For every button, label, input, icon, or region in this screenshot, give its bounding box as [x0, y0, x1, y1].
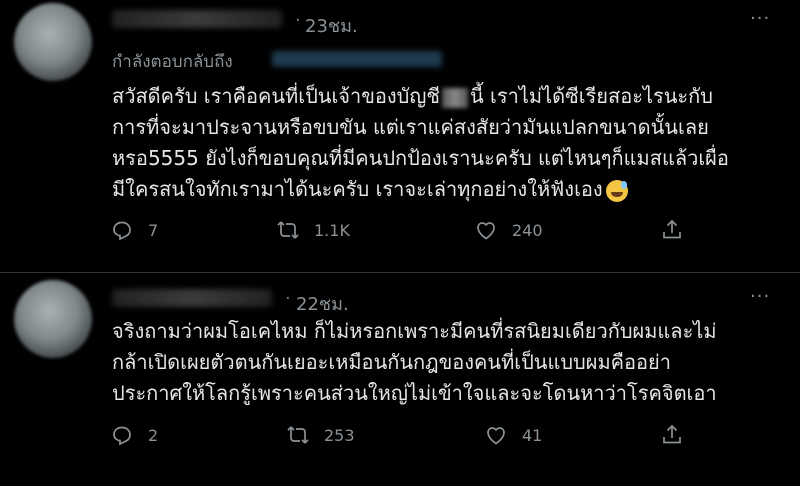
reply-count: 7 — [148, 220, 159, 240]
like-icon — [487, 427, 505, 445]
tweet-line: สวัสดีครับ เราคือคนที่เป็นเจ้าของบัญชี นี… — [112, 84, 713, 108]
tweet[interactable]: · 22ชม. ··· จริงถามว่าผมโอเคไหม ก็ไม่หรอ… — [0, 272, 800, 486]
retweet-count: 1.1K — [314, 220, 350, 240]
retweet-icon — [277, 221, 299, 239]
display-name-redacted[interactable] — [112, 10, 282, 28]
reply-button[interactable]: 7 — [110, 218, 158, 242]
share-button[interactable] — [660, 423, 684, 447]
reply-button[interactable]: 2 — [110, 423, 158, 447]
tweet[interactable]: · 23ชม. ··· กำลังตอบกลับถึง สวัสดีครับ เ… — [0, 0, 800, 272]
reply-icon — [113, 426, 131, 446]
mention-link-redacted[interactable] — [272, 51, 442, 67]
retweet-icon — [287, 426, 309, 444]
tweet-line: มีใครสนใจทักเรามาได้นะครับ เราจะเล่าทุกอ… — [112, 174, 729, 205]
replying-to-label: กำลังตอบกลับถึง — [112, 52, 233, 72]
separator: · — [295, 10, 301, 31]
like-count: 240 — [512, 220, 543, 240]
avatar[interactable] — [14, 280, 92, 358]
like-button[interactable]: 240 — [474, 218, 543, 242]
display-name-redacted[interactable] — [112, 289, 272, 307]
tweet-actions: 7 1.1K 240 — [0, 218, 800, 248]
tweet-line: ประกาศให้โลกรู้เพราะคนส่วนใหญ่ไม่เข้าใจแ… — [112, 381, 717, 405]
like-button[interactable]: 41 — [484, 423, 542, 447]
avatar[interactable] — [14, 3, 92, 81]
more-options-button[interactable]: ··· — [750, 286, 770, 307]
retweet-button[interactable]: 1.1K — [276, 218, 350, 242]
like-count: 41 — [522, 425, 543, 445]
timestamp[interactable]: 23ชม. — [305, 11, 358, 40]
reply-count: 2 — [148, 425, 159, 445]
tweet-line: จริงถามว่าผมโอเคไหม ก็ไม่หรอกเพราะมีคนที… — [112, 319, 717, 343]
tweet-text: จริงถามว่าผมโอเคไหม ก็ไม่หรอกเพราะมีคนที… — [112, 316, 717, 409]
retweet-button[interactable]: 253 — [286, 423, 355, 447]
like-icon — [477, 222, 495, 240]
tweet-line: กล้าเปิดเผยตัวตนกันเยอะเหมือนกันกฎของคนท… — [112, 350, 671, 374]
reply-icon — [113, 221, 131, 241]
sweat-smile-emoji — [605, 179, 628, 202]
tweet-text: สวัสดีครับ เราคือคนที่เป็นเจ้าของบัญชี นี… — [112, 81, 729, 205]
tweet-line: หรอ5555 ยังไงก็ขอบคุณที่มีคนปกป้องเรานะค… — [112, 146, 729, 170]
share-icon — [663, 219, 681, 239]
tweet-actions: 2 253 41 — [0, 423, 800, 453]
more-options-button[interactable]: ··· — [750, 8, 770, 29]
retweet-count: 253 — [324, 425, 355, 445]
share-icon — [663, 424, 681, 444]
censor-blur — [442, 87, 468, 108]
timestamp[interactable]: 22ชม. — [296, 289, 349, 318]
tweet-line: การที่จะมาประจานหรือขบขัน แต่เราแค่สงสัย… — [112, 115, 709, 139]
share-button[interactable] — [660, 218, 684, 242]
separator: · — [285, 288, 291, 309]
